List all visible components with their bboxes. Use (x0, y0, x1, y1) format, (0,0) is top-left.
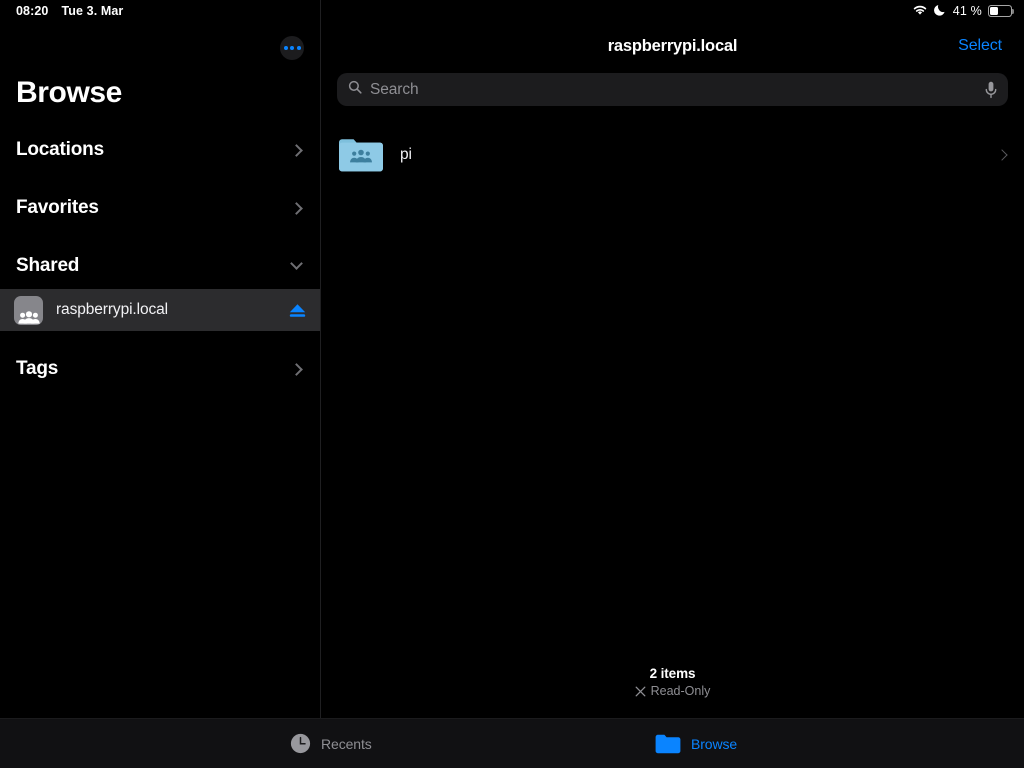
status-bar-left: 08:20 Tue 3. Mar (16, 4, 123, 18)
no-edit-x-icon (635, 686, 646, 697)
sidebar-section-tags[interactable]: Tags (0, 347, 320, 391)
status-bar-right: 41 % (912, 3, 1015, 19)
files-app-window: 08:20 Tue 3. Mar 41 % Browse Locations F… (0, 0, 1024, 768)
battery-icon (988, 5, 1015, 17)
select-button[interactable]: Select (958, 37, 1002, 55)
sidebar-section-locations[interactable]: Locations (0, 128, 320, 172)
tab-label: Recents (321, 735, 372, 752)
wifi-icon (912, 4, 928, 19)
page-title: raspberrypi.local (607, 36, 738, 55)
sidebar-section-label: Locations (16, 139, 104, 160)
battery-percent: 41 % (952, 4, 982, 18)
clock-icon (290, 733, 311, 754)
status-footer: 2 items Read-Only (321, 666, 1024, 698)
tab-bar: Recents Browse (0, 718, 1024, 768)
sidebar-section-favorites[interactable]: Favorites (0, 186, 320, 230)
eject-icon[interactable] (288, 302, 307, 319)
status-bar-date: Tue 3. Mar (61, 4, 124, 18)
folder-icon (655, 734, 681, 754)
sidebar-section-label: Shared (16, 255, 80, 276)
sidebar-item-raspberrypi-local[interactable]: raspberrypi.local (0, 289, 320, 331)
magnifier-icon (348, 80, 362, 99)
shared-folder-icon (338, 137, 384, 173)
group-people-icon (14, 295, 43, 325)
tab-recents[interactable]: Recents (290, 733, 372, 754)
content-area: raspberrypi.local Select Search pi 2 ite… (321, 0, 1024, 718)
search-field[interactable]: Search (337, 73, 1008, 106)
sidebar-section-label: Favorites (16, 197, 99, 218)
tab-browse[interactable]: Browse (655, 734, 737, 754)
status-bar-time: 08:20 (16, 4, 49, 18)
sidebar: Browse Locations Favorites Shared raspbe… (0, 0, 321, 718)
item-count: 2 items (649, 666, 696, 681)
chevron-down-icon[interactable] (290, 257, 303, 270)
navigation-bar: raspberrypi.local Select (321, 28, 1024, 64)
microphone-icon[interactable] (984, 81, 998, 99)
permission-status: Read-Only (635, 684, 711, 698)
sidebar-item-label: raspberrypi.local (56, 301, 169, 318)
permission-label: Read-Only (650, 684, 711, 698)
chevron-right-icon[interactable] (290, 201, 303, 215)
status-bar: 08:20 Tue 3. Mar 41 % (0, 0, 1024, 22)
sidebar-title: Browse (16, 76, 122, 109)
chevron-right-icon[interactable] (290, 143, 303, 157)
search-input[interactable]: Search (370, 81, 984, 99)
chevron-right-icon[interactable] (290, 362, 303, 376)
more-ellipsis-button[interactable] (280, 36, 304, 60)
list-item-label: pi (400, 146, 412, 163)
list-item[interactable]: pi (321, 132, 1024, 178)
sidebar-section-shared[interactable]: Shared (0, 244, 320, 288)
crescent-moon-icon (933, 3, 947, 19)
tab-label: Browse (691, 735, 738, 752)
chevron-right-icon[interactable] (996, 149, 1008, 161)
sidebar-section-label: Tags (16, 358, 59, 379)
